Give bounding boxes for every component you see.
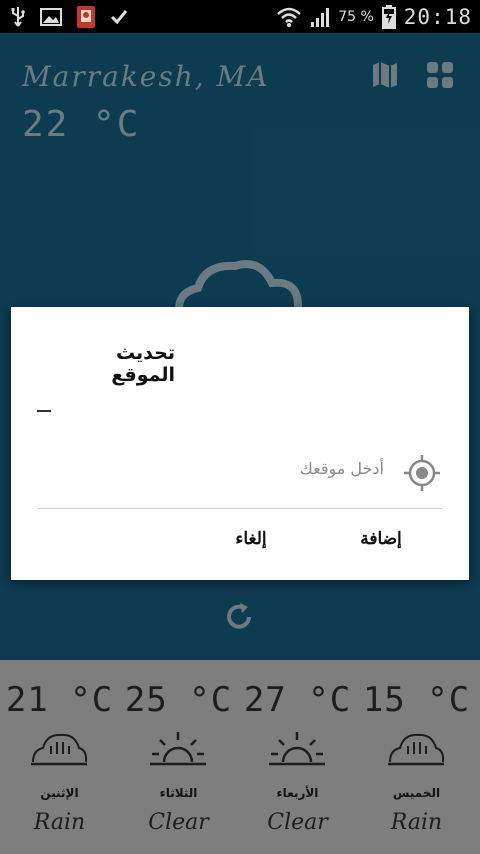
location-input[interactable]: أدخل موقعك: [38, 445, 442, 509]
image-icon: [40, 7, 62, 26]
location-input-placeholder: أدخل موقعك: [299, 459, 384, 478]
notification-icons: [10, 4, 128, 29]
status-bar: 75 % 20:18: [0, 0, 480, 33]
system-icons: 75 % 20:18: [276, 3, 472, 30]
signal-icon: [310, 6, 330, 28]
cancel-button[interactable]: إلغاء: [216, 529, 286, 549]
battery-percent: 75 %: [338, 8, 374, 25]
add-button[interactable]: إضافة: [341, 529, 421, 549]
usb-icon: [10, 6, 26, 28]
wifi-icon: [276, 6, 302, 28]
battery-charging-icon: [381, 4, 396, 29]
clock: 20:18: [403, 4, 472, 29]
update-location-dialog: تحديث الموقع أدخل موقعك إلغاء إضافة: [11, 307, 469, 580]
app-notification-icon: [76, 5, 96, 29]
dash-divider: [37, 410, 51, 412]
locate-icon[interactable]: [402, 453, 442, 493]
dialog-title: تحديث الموقع: [111, 342, 175, 386]
check-icon: [110, 9, 128, 25]
